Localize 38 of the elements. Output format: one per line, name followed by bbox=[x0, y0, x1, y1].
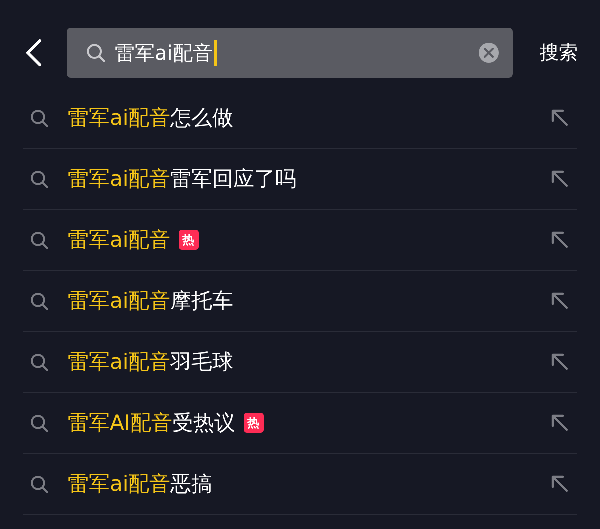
back-icon bbox=[24, 38, 44, 68]
suggestion-text: 雷军ai配音羽毛球 bbox=[68, 352, 234, 372]
suggestion-item[interactable]: 雷军ai配音怎么做 bbox=[23, 88, 577, 149]
suggestion-text: 雷军ai配音怎么做 bbox=[68, 108, 234, 128]
search-icon bbox=[29, 230, 50, 250]
suggestion-item[interactable]: 雷军ai配音 热 bbox=[23, 210, 577, 271]
search-icon bbox=[29, 108, 50, 128]
suggestion-item[interactable]: 雷军ai配音雷军回应了吗 bbox=[23, 149, 577, 210]
arrow-icon[interactable] bbox=[550, 474, 570, 494]
suggestion-text: 雷军ai配音雷军回应了吗 bbox=[68, 168, 297, 190]
suggestion-text: 雷军ai配音 bbox=[68, 230, 171, 250]
text-cursor bbox=[214, 40, 217, 66]
suggestion-item[interactable]: 雷军ai配音摩托车 bbox=[23, 271, 577, 332]
clear-button[interactable] bbox=[479, 43, 499, 63]
arrow-icon[interactable] bbox=[550, 291, 570, 311]
close-icon bbox=[484, 48, 494, 58]
suggestion-text: 雷军AI配音受热议 bbox=[68, 412, 236, 434]
search-icon bbox=[29, 474, 50, 494]
search-icon bbox=[29, 290, 50, 312]
suggestion-item[interactable]: 雷军ai配音羽毛球 bbox=[23, 332, 577, 393]
search-icon bbox=[29, 412, 50, 434]
search-field[interactable]: 雷军ai配音 bbox=[67, 28, 513, 78]
search-icon bbox=[29, 168, 50, 190]
suggestion-text: 雷军ai配音摩托车 bbox=[68, 290, 234, 312]
arrow-icon[interactable] bbox=[550, 169, 570, 189]
hot-badge: 热 bbox=[244, 413, 264, 433]
search-icon bbox=[29, 352, 50, 372]
suggestion-item[interactable]: 雷军ai配音恶搞 bbox=[23, 454, 577, 515]
suggestion-text: 雷军ai配音恶搞 bbox=[68, 474, 213, 494]
search-icon bbox=[85, 42, 107, 64]
arrow-icon[interactable] bbox=[550, 413, 570, 433]
search-button[interactable]: 搜索 bbox=[540, 44, 578, 62]
hot-badge: 热 bbox=[178, 230, 199, 250]
arrow-icon[interactable] bbox=[550, 108, 570, 128]
search-text: 雷军ai配音 bbox=[115, 43, 213, 63]
suggestion-item[interactable]: 雷军AI配音受热议 热 bbox=[23, 393, 577, 454]
arrow-icon[interactable] bbox=[550, 352, 570, 372]
arrow-icon[interactable] bbox=[550, 230, 570, 250]
